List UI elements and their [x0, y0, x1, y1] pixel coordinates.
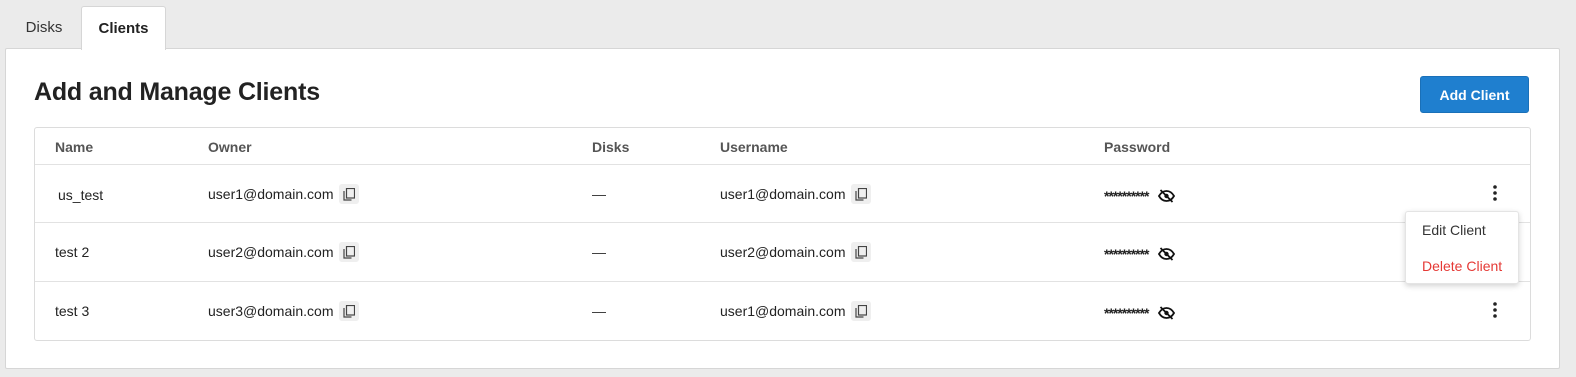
- copy-owner-button[interactable]: [338, 242, 359, 262]
- owner-cell: user2@domain.com: [208, 242, 359, 262]
- owner-email: user3@domain.com: [208, 303, 334, 319]
- column-header-disks: Disks: [592, 139, 630, 155]
- username-cell: user1@domain.com: [720, 184, 871, 204]
- tab-clients[interactable]: Clients: [81, 6, 166, 50]
- owner-email: user2@domain.com: [208, 244, 334, 260]
- username-cell: user2@domain.com: [720, 242, 871, 262]
- column-header-owner: Owner: [208, 139, 252, 155]
- add-client-button[interactable]: Add Client: [1420, 76, 1529, 113]
- page-title: Add and Manage Clients: [34, 78, 320, 106]
- eye-off-icon: [1158, 247, 1176, 261]
- username-value: user1@domain.com: [720, 303, 846, 319]
- copy-owner-button[interactable]: [338, 301, 359, 321]
- password-masked: **********: [1104, 188, 1149, 204]
- password-masked: **********: [1104, 246, 1149, 262]
- password-cell: **********: [1104, 244, 1176, 264]
- copy-icon: [342, 245, 355, 259]
- disks-cell: —: [592, 244, 606, 260]
- toggle-password-button[interactable]: [1158, 306, 1176, 320]
- copy-icon: [342, 304, 355, 318]
- column-header-name: Name: [55, 139, 94, 155]
- owner-cell: user1@domain.com: [208, 184, 359, 204]
- eye-off-icon: [1158, 306, 1176, 320]
- password-cell: **********: [1104, 303, 1176, 323]
- username-value: user2@domain.com: [720, 244, 846, 260]
- copy-username-button[interactable]: [850, 184, 871, 204]
- client-name: test 3: [55, 303, 90, 319]
- copy-icon: [342, 187, 355, 201]
- password-masked: **********: [1104, 305, 1149, 321]
- copy-owner-button[interactable]: [338, 184, 359, 204]
- copy-icon: [854, 245, 867, 259]
- toggle-password-button[interactable]: [1158, 189, 1176, 203]
- clients-table: Name Owner Disks Username Password us_te…: [34, 127, 1531, 341]
- table-row: us_test user1@domain.com — user1@domain.…: [35, 165, 1530, 223]
- disks-cell: —: [592, 186, 606, 202]
- row-actions-button[interactable]: [1485, 182, 1505, 204]
- password-cell: **********: [1104, 186, 1176, 206]
- tab-disks[interactable]: Disks: [8, 6, 80, 49]
- toggle-password-button[interactable]: [1158, 247, 1176, 261]
- more-vertical-icon: [1493, 185, 1497, 201]
- owner-cell: user3@domain.com: [208, 301, 359, 321]
- tab-bar: Disks Clients: [0, 0, 1576, 50]
- copy-icon: [854, 304, 867, 318]
- row-actions-button[interactable]: [1485, 299, 1505, 321]
- client-name: us_test: [58, 187, 104, 203]
- delete-client-menu-item[interactable]: Delete Client: [1422, 258, 1502, 274]
- table-row: test 2 user2@domain.com — user2@domain.c…: [35, 224, 1530, 282]
- more-vertical-icon: [1493, 302, 1497, 318]
- row-actions-menu: Edit Client Delete Client: [1405, 211, 1519, 284]
- table-header: Name Owner Disks Username Password: [35, 128, 1530, 165]
- clients-panel: Add and Manage Clients Add Client Name O…: [5, 48, 1560, 369]
- client-name: test 2: [55, 244, 90, 260]
- copy-username-button[interactable]: [850, 242, 871, 262]
- username-cell: user1@domain.com: [720, 301, 871, 321]
- username-value: user1@domain.com: [720, 186, 846, 202]
- column-header-username: Username: [720, 139, 788, 155]
- column-header-password: Password: [1104, 139, 1171, 155]
- disks-cell: —: [592, 303, 606, 319]
- copy-icon: [854, 187, 867, 201]
- copy-username-button[interactable]: [850, 301, 871, 321]
- eye-off-icon: [1158, 189, 1176, 203]
- table-row: test 3 user3@domain.com — user1@domain.c…: [35, 283, 1530, 341]
- owner-email: user1@domain.com: [208, 186, 334, 202]
- edit-client-menu-item[interactable]: Edit Client: [1422, 222, 1486, 238]
